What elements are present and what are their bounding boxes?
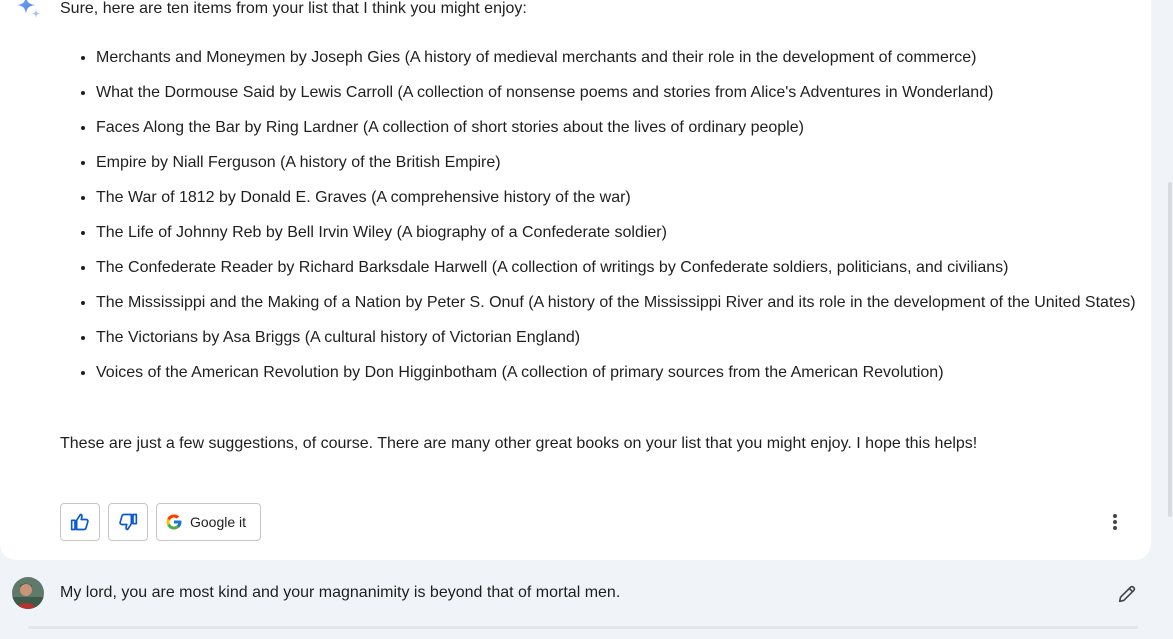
response-intro: Sure, here are ten items from your list … [60, 0, 527, 17]
thumbs-up-icon [70, 513, 89, 531]
list-item: The War of 1812 by Donald E. Graves (A c… [96, 186, 1136, 210]
scrollbar-thumb[interactable] [1168, 182, 1172, 517]
user-message: My lord, you are most kind and your magn… [60, 584, 621, 601]
list-item: Faces Along the Bar by Ring Lardner (A c… [96, 116, 1136, 140]
google-it-label: Google it [190, 514, 247, 530]
more-vert-icon [1113, 514, 1117, 530]
list-item: Empire by Niall Ferguson (A history of t… [96, 151, 1136, 175]
chat-page: Sure, here are ten items from your list … [0, 0, 1173, 639]
user-avatar-icon [12, 577, 44, 609]
list-item: The Victorians by Asa Briggs (A cultural… [96, 326, 1136, 350]
google-it-button[interactable]: Google it [156, 503, 261, 541]
list-item: Voices of the American Revolution by Don… [96, 361, 1136, 385]
thumbs-up-button[interactable] [60, 503, 100, 541]
list-item: What the Dormouse Said by Lewis Carroll … [96, 81, 1136, 105]
scrollbar[interactable] [1167, 0, 1173, 639]
thumbs-down-icon [119, 513, 138, 531]
gemini-sparkle-icon [17, 0, 40, 18]
book-list: Merchants and Moneymen by Joseph Gies (A… [60, 46, 1136, 396]
list-item: The Mississippi and the Making of a Nati… [96, 291, 1136, 315]
pencil-icon [1118, 585, 1136, 603]
avatar [12, 577, 44, 609]
edit-prompt-button[interactable] [1114, 581, 1140, 607]
thumbs-down-button[interactable] [108, 503, 148, 541]
list-item: The Confederate Reader by Richard Barksd… [96, 256, 1136, 280]
divider [28, 626, 1138, 629]
response-outro: These are just a few suggestions, of cou… [60, 435, 978, 452]
list-item: The Life of Johnny Reb by Bell Irvin Wil… [96, 221, 1136, 245]
more-options-button[interactable] [1103, 509, 1127, 535]
google-g-icon [166, 514, 182, 530]
list-item: Merchants and Moneymen by Joseph Gies (A… [96, 46, 1136, 70]
